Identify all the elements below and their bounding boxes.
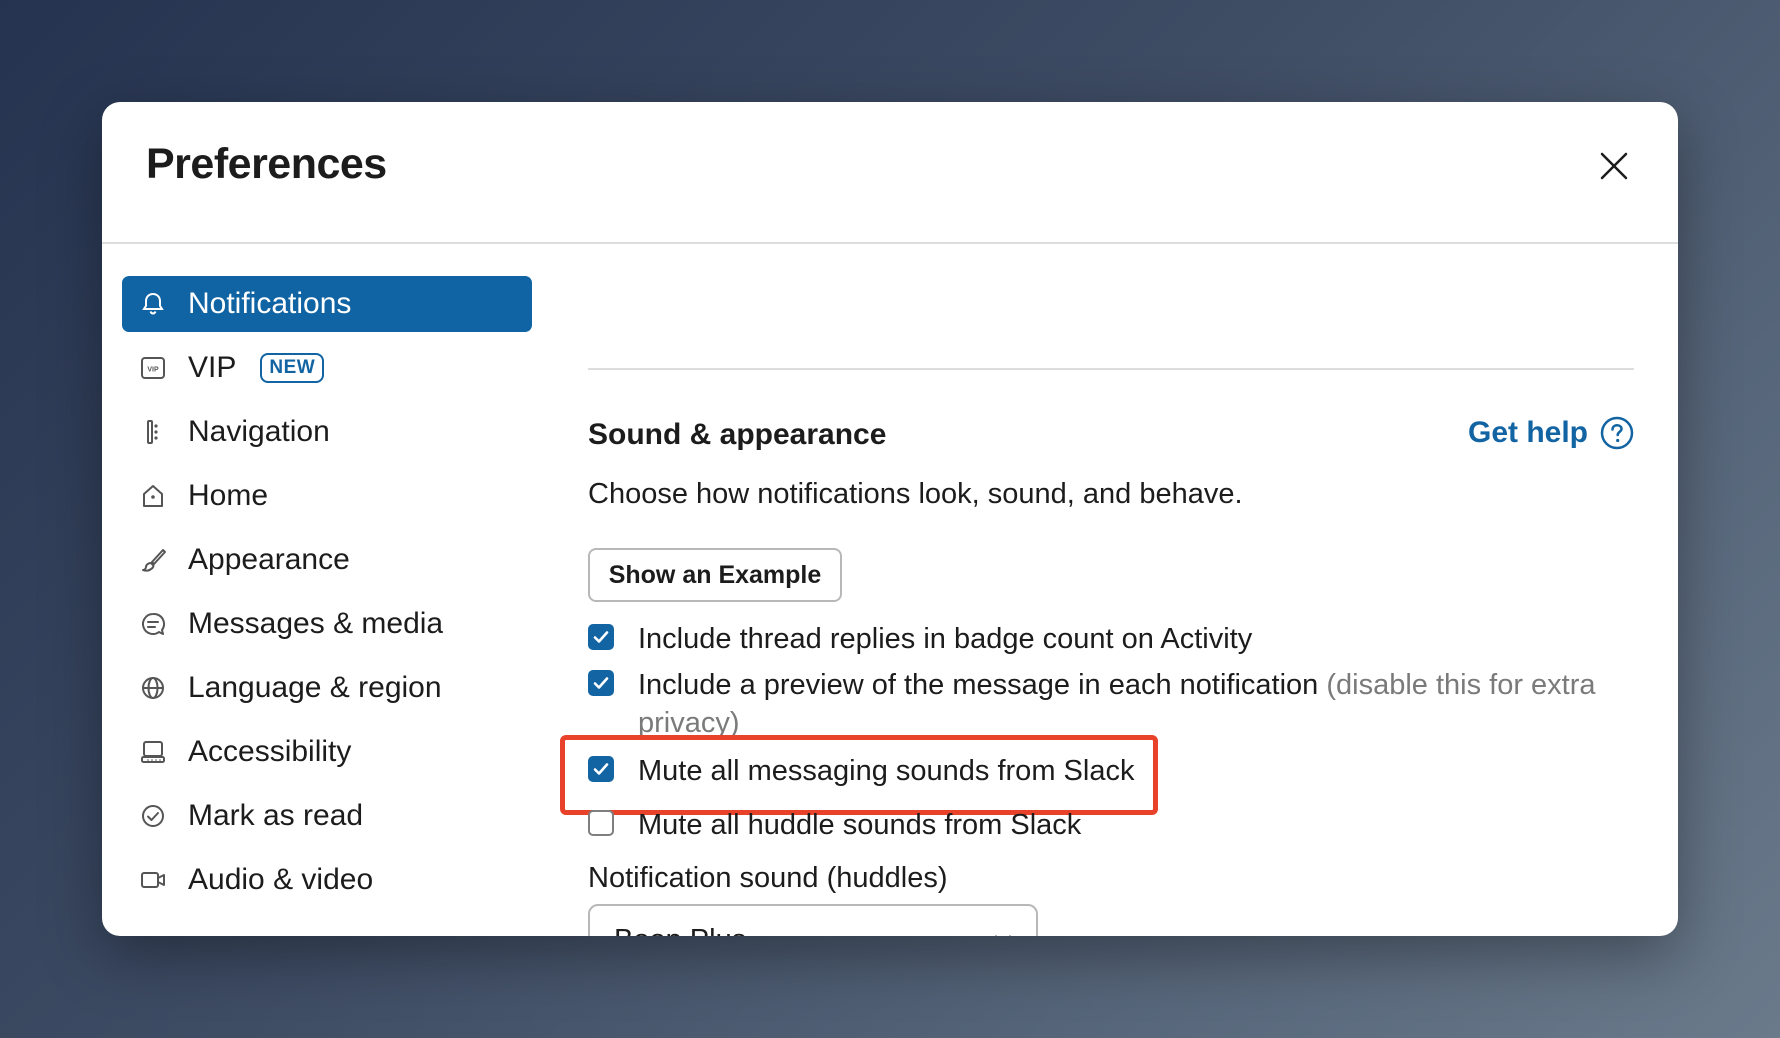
preferences-modal: Preferences Notifications VIP VIP NEW Na…: [102, 102, 1678, 936]
sidebar-item-audio-video[interactable]: Audio & video: [122, 852, 532, 908]
checkbox-message-preview[interactable]: Include a preview of the message in each…: [588, 666, 1634, 742]
get-help-label: Get help: [1467, 416, 1588, 449]
huddle-sound-select[interactable]: Boop Plus: [588, 904, 1038, 936]
sidebar-item-home[interactable]: Home: [122, 468, 532, 524]
checkbox-checked-icon[interactable]: [588, 670, 614, 696]
check-circle-icon: [138, 801, 168, 831]
checkbox-mute-huddle[interactable]: Mute all huddle sounds from Slack: [588, 806, 1634, 844]
sidebar-item-label: Appearance: [188, 543, 350, 576]
preferences-sidebar: Notifications VIP VIP NEW Navigation Hom…: [122, 276, 532, 916]
sidebar-item-accessibility[interactable]: Accessibility: [122, 724, 532, 780]
sidebar-item-label: VIP: [188, 351, 237, 384]
checkbox-checked-icon[interactable]: [588, 756, 614, 782]
sidebar-item-appearance[interactable]: Appearance: [122, 532, 532, 588]
checkbox-mute-messaging[interactable]: Mute all messaging sounds from Slack: [588, 752, 1634, 790]
close-icon[interactable]: [1594, 146, 1634, 186]
sidebar-item-label: Mark as read: [188, 799, 364, 832]
checkbox-label: Include thread replies in badge count on…: [638, 623, 1253, 655]
new-badge: NEW: [260, 353, 325, 383]
sidebar-item-label: Navigation: [188, 415, 330, 448]
checkbox-label: Mute all huddle sounds from Slack: [638, 809, 1082, 841]
sidebar-item-label: Audio & video: [188, 863, 374, 896]
get-help-link[interactable]: Get help: [1468, 416, 1634, 450]
show-example-button[interactable]: Show an Example: [588, 548, 842, 602]
sidebar-item-label: Messages & media: [188, 607, 444, 640]
sidebar-item-label: Home: [188, 479, 269, 512]
sidebar-item-label: Accessibility: [188, 735, 352, 768]
sidebar-item-messages-media[interactable]: Messages & media: [122, 596, 532, 652]
video-icon: [138, 865, 168, 895]
section-description: Choose how notifications look, sound, an…: [588, 478, 1243, 510]
chevron-down-icon: [995, 935, 1011, 936]
globe-icon: [138, 673, 168, 703]
sidebar-item-label: Language & region: [188, 671, 442, 704]
checkbox-thread-replies[interactable]: Include thread replies in badge count on…: [588, 620, 1634, 658]
keyboard-icon: [138, 737, 168, 767]
home-icon: [138, 481, 168, 511]
checkbox-checked-icon[interactable]: [588, 624, 614, 650]
vip-icon: VIP: [138, 353, 168, 383]
checkbox-label-main: Include a preview of the message in each…: [638, 669, 1319, 701]
sidebar-item-label: Notifications: [188, 287, 352, 320]
bell-icon: [138, 289, 168, 319]
help-circle-icon: [1600, 416, 1634, 450]
preferences-content: Sound & appearance Get help Choose how n…: [560, 242, 1634, 936]
paintbrush-icon: [138, 545, 168, 575]
section-divider: [588, 368, 1634, 370]
message-icon: [138, 609, 168, 639]
checkbox-unchecked-icon[interactable]: [588, 810, 614, 836]
modal-header: Preferences: [102, 102, 1678, 244]
huddle-sound-label: Notification sound (huddles): [588, 862, 948, 894]
modal-title: Preferences: [146, 140, 387, 188]
checkbox-label: Mute all messaging sounds from Slack: [638, 755, 1135, 787]
sidebar-item-navigation[interactable]: Navigation: [122, 404, 532, 460]
section-title: Sound & appearance: [588, 418, 887, 451]
checkbox-label: Include a preview of the message in each…: [638, 666, 1634, 742]
navigation-icon: [138, 417, 168, 447]
svg-text:VIP: VIP: [147, 367, 159, 374]
sidebar-item-notifications[interactable]: Notifications: [122, 276, 532, 332]
huddle-sound-value: Boop Plus: [614, 924, 746, 937]
sidebar-item-language-region[interactable]: Language & region: [122, 660, 532, 716]
sidebar-item-mark-as-read[interactable]: Mark as read: [122, 788, 532, 844]
sidebar-item-vip[interactable]: VIP VIP NEW: [122, 340, 532, 396]
